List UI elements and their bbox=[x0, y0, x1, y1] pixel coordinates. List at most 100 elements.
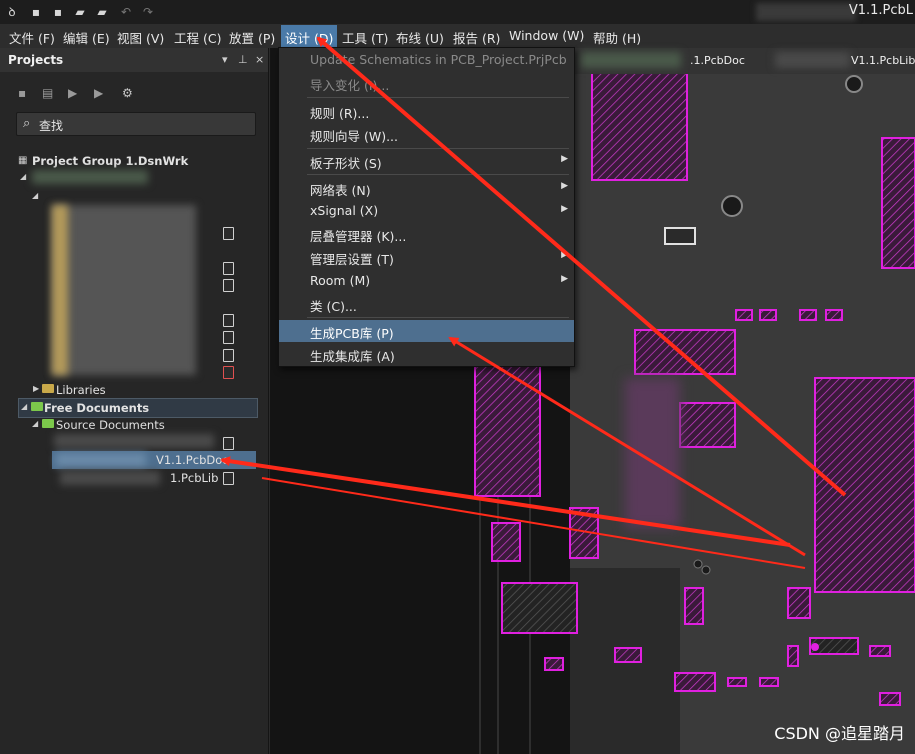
smd-pad bbox=[759, 677, 779, 687]
component-pad bbox=[634, 329, 736, 375]
title-redacted bbox=[756, 3, 856, 21]
menu-item-label: Room (M) bbox=[310, 273, 371, 288]
menu-xsignal[interactable]: xSignal (X) ▶ bbox=[279, 200, 574, 222]
folder-icon bbox=[31, 402, 43, 411]
menu-rules[interactable]: 规则 (R)... bbox=[279, 100, 574, 122]
redo-icon[interactable]: ↷ bbox=[140, 4, 156, 20]
file-icon bbox=[223, 227, 234, 240]
tree-pcbdoc-file[interactable]: V1.1.PcbDoc bbox=[52, 451, 256, 469]
redacted-file-name bbox=[54, 434, 214, 448]
smd-pad bbox=[825, 309, 843, 321]
smd-pad bbox=[799, 309, 817, 321]
watermark: CSDN @追星踏月 bbox=[774, 724, 905, 743]
smd-pad bbox=[787, 645, 799, 667]
menu-item-label: 管理层设置 (T) bbox=[310, 252, 394, 267]
menu-item-label: 导入变化 (I)... bbox=[310, 78, 390, 93]
menu-help[interactable]: 帮助 (H) bbox=[593, 28, 641, 47]
component-pad bbox=[787, 587, 811, 619]
menu-make-integrated-library[interactable]: 生成集成库 (A) bbox=[279, 343, 574, 365]
mounting-hole bbox=[845, 75, 863, 93]
tree-pcblib-file[interactable]: 1.PcbLib bbox=[0, 469, 256, 487]
submenu-arrow-icon: ▶ bbox=[561, 181, 568, 191]
menu-make-pcb-library[interactable]: 生成PCB库 (P) bbox=[279, 320, 574, 342]
menu-project[interactable]: 工程 (C) bbox=[174, 28, 221, 47]
menu-manage-layer-sets[interactable]: 管理层设置 (T) ▶ bbox=[279, 246, 574, 268]
open-icon[interactable]: ▰ bbox=[72, 4, 88, 20]
smd-pad bbox=[735, 309, 753, 321]
open-project-icon[interactable]: ▰ bbox=[94, 4, 110, 20]
redacted-file-list bbox=[52, 205, 196, 375]
tree-project[interactable]: ◢ bbox=[0, 169, 256, 187]
file-icon bbox=[223, 472, 234, 485]
pcblib-file-label: 1.PcbLib bbox=[170, 471, 219, 485]
projects-toolbar: ▪ ▤ ▶ ▶ ⚙ bbox=[0, 80, 268, 108]
expand-icon: ◢ bbox=[20, 172, 27, 181]
source-documents-label: Source Documents bbox=[56, 418, 165, 432]
menu-item-label: 生成集成库 (A) bbox=[310, 349, 395, 364]
free-documents-label: Free Documents bbox=[44, 401, 150, 415]
menu-window[interactable]: Window (W) bbox=[509, 28, 584, 43]
redacted-file-prefix bbox=[60, 471, 160, 485]
menu-update-schematics[interactable]: Update Schematics in PCB_Project.PrjPcb bbox=[279, 49, 574, 71]
settings-gear-icon[interactable]: ⚙ bbox=[122, 86, 136, 100]
redacted-project-name bbox=[32, 170, 148, 184]
tab-pcbdoc[interactable]: .1.PcbDoc bbox=[690, 54, 745, 67]
menu-separator bbox=[307, 317, 569, 318]
component-pad bbox=[684, 587, 704, 625]
menu-tools[interactable]: 工具 (T) bbox=[342, 28, 388, 47]
menu-item-label: xSignal (X) bbox=[310, 203, 379, 218]
folder-icon bbox=[42, 384, 54, 393]
copy-icon[interactable]: ▤ bbox=[42, 86, 56, 100]
menu-room[interactable]: Room (M) ▶ bbox=[279, 270, 574, 292]
menu-item-label: 规则 (R)... bbox=[310, 106, 370, 121]
submenu-arrow-icon: ▶ bbox=[561, 250, 568, 260]
menu-bar: 文件 (F) 编辑 (E) 视图 (V) 工程 (C) 放置 (P) 设计 (D… bbox=[0, 24, 915, 50]
menu-view[interactable]: 视图 (V) bbox=[117, 28, 164, 47]
compile-all-icon[interactable]: ▶ bbox=[94, 86, 108, 100]
menu-board-shape[interactable]: 板子形状 (S) ▶ bbox=[279, 150, 574, 172]
tree-free-documents[interactable]: ◢ Free Documents bbox=[18, 398, 258, 418]
file-icon bbox=[223, 349, 234, 362]
menu-route[interactable]: 布线 (U) bbox=[396, 28, 444, 47]
save-project-icon[interactable]: ▪ bbox=[18, 86, 32, 100]
tree-source-documents[interactable]: ◢ Source Documents bbox=[0, 416, 256, 434]
tree-libraries[interactable]: ▶ Libraries bbox=[0, 381, 256, 399]
title-bar: ꝺ ▪ ▪ ▰ ▰ ↶ ↷ V1.1.PcbL bbox=[0, 0, 915, 24]
component-pad bbox=[491, 522, 521, 562]
menu-rule-wizard[interactable]: 规则向导 (W)... bbox=[279, 123, 574, 145]
menu-item-label: 网络表 (N) bbox=[310, 183, 371, 198]
menu-classes[interactable]: 类 (C)... bbox=[279, 293, 574, 315]
save-all-icon[interactable]: ▪ bbox=[50, 4, 66, 20]
expand-icon: ◢ bbox=[32, 419, 39, 428]
component-pad bbox=[679, 402, 736, 448]
menu-reports[interactable]: 报告 (R) bbox=[453, 28, 500, 47]
component-pad bbox=[814, 377, 915, 593]
libraries-label: Libraries bbox=[56, 383, 106, 397]
search-placeholder: 查找 bbox=[39, 119, 64, 133]
projects-panel-title: Projects bbox=[8, 53, 64, 67]
menu-edit[interactable]: 编辑 (E) bbox=[63, 28, 110, 47]
save-icon[interactable]: ▪ bbox=[28, 4, 44, 20]
tab-pcblib[interactable]: V1.1.PcbLib bbox=[851, 54, 915, 67]
search-icon: ⌕ bbox=[23, 116, 31, 131]
menu-place[interactable]: 放置 (P) bbox=[229, 28, 275, 47]
menu-layer-stack-manager[interactable]: 层叠管理器 (K)... bbox=[279, 223, 574, 245]
menu-separator bbox=[307, 97, 569, 98]
via bbox=[693, 559, 703, 569]
tree-project-group[interactable]: ▦ Project Group 1.DsnWrk bbox=[0, 152, 256, 170]
menu-import-changes[interactable]: 导入变化 (I)... bbox=[279, 72, 574, 94]
component-pad bbox=[501, 582, 578, 634]
submenu-arrow-icon: ▶ bbox=[561, 154, 568, 164]
pin-icon[interactable]: ⊥ bbox=[238, 53, 248, 66]
tree-source-folder[interactable]: ◢ bbox=[0, 188, 256, 206]
app-logo-icon: ꝺ bbox=[8, 5, 16, 19]
close-icon[interactable]: × bbox=[255, 53, 264, 66]
menu-file[interactable]: 文件 (F) bbox=[9, 28, 55, 47]
menu-netlist[interactable]: 网络表 (N) ▶ bbox=[279, 177, 574, 199]
menu-item-label: 规则向导 (W)... bbox=[310, 129, 399, 144]
compile-icon[interactable]: ▶ bbox=[68, 86, 82, 100]
smd-pad bbox=[759, 309, 777, 321]
panel-menu-icon[interactable]: ▾ bbox=[222, 53, 228, 66]
undo-icon[interactable]: ↶ bbox=[118, 4, 134, 20]
project-search-input[interactable]: ⌕ 查找 bbox=[16, 112, 256, 136]
